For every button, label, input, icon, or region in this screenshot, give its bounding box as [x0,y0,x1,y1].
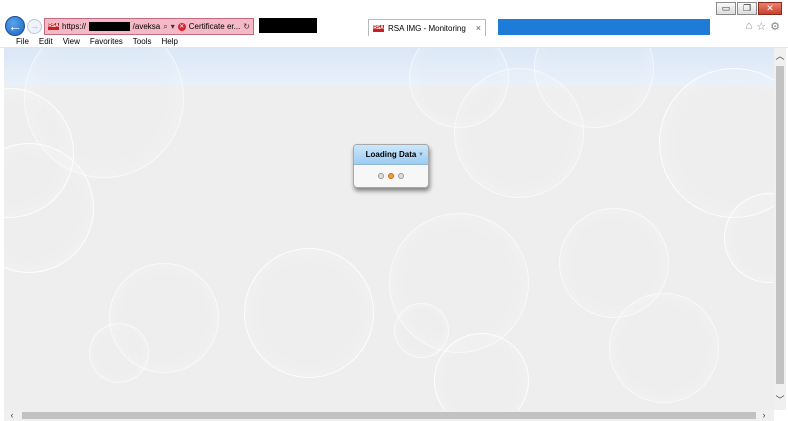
site-favicon-icon: RSA [48,23,59,30]
menu-bar: File Edit View Favorites Tools Help [0,36,788,48]
url-prefix: https:// [62,22,87,31]
favorites-star-icon[interactable]: ☆ [756,20,766,33]
back-arrow-icon: ← [8,18,22,34]
address-bar[interactable]: RSA https:// /aveksa ⌕ ▾ ✕ Certificate e… [44,18,254,35]
menu-tools[interactable]: Tools [133,37,152,46]
background-bubble [454,68,584,198]
certificate-error-icon[interactable]: ✕ [177,22,186,31]
loading-dialog: Loading Data ▼ [353,144,429,188]
background-bubble [394,303,449,358]
refresh-icon[interactable]: ↻ [243,22,250,31]
redacted-tab[interactable] [259,18,317,33]
scroll-up-arrow-icon[interactable]: ︿ [774,50,786,62]
vertical-scrollbar[interactable]: ︿ ﹀ [774,48,786,410]
browser-chrome: ▭ ❐ ✕ ← → RSA https:// /aveksa ⌕ ▾ ✕ Cer… [0,0,788,36]
background-bubble [89,323,149,383]
background-bubble [244,248,374,378]
scroll-left-arrow-icon[interactable]: ‹ [6,410,18,421]
address-dropdown-icon[interactable]: ▾ [171,22,175,31]
home-icon[interactable]: ⌂ [746,20,753,33]
page-content: Loading Data ▼ [4,48,774,410]
certificate-error-label[interactable]: Certificate er... [189,22,241,31]
loading-dot [378,173,384,179]
loading-dot-active [388,173,394,179]
settings-gear-icon[interactable]: ⚙ [770,20,780,33]
menu-favorites[interactable]: Favorites [90,37,123,46]
scroll-right-arrow-icon[interactable]: › [758,410,770,421]
url-suffix: /aveksa [132,22,161,31]
minimize-button[interactable]: ▭ [716,2,736,15]
search-icon[interactable]: ⌕ [163,22,167,32]
menu-file[interactable]: File [16,37,29,46]
horizontal-scroll-thumb[interactable] [22,412,756,419]
tab-strip [498,19,710,35]
menu-help[interactable]: Help [161,37,177,46]
vertical-scroll-thumb[interactable] [776,66,784,384]
forward-button[interactable]: → [27,19,42,34]
window-controls: ▭ ❐ ✕ [716,2,782,18]
toolbar-icons: ⌂ ☆ ⚙ [746,20,780,33]
menu-view[interactable]: View [63,37,80,46]
tab-favicon-icon: RSA [373,24,384,32]
close-button[interactable]: ✕ [758,2,782,15]
restore-button[interactable]: ❐ [737,2,757,15]
back-button[interactable]: ← [5,16,25,36]
tab-title: RSA IMG - Monitoring [388,23,466,33]
loading-dot [398,173,404,179]
collapse-arrow-icon: ▼ [418,152,424,158]
menu-edit[interactable]: Edit [39,37,53,46]
redacted-host [89,22,130,31]
loading-title: Loading Data [365,150,417,159]
tab-rsa-img-monitoring[interactable]: RSA RSA IMG - Monitoring × [368,19,486,36]
forward-arrow-icon: → [30,21,39,31]
horizontal-scrollbar[interactable]: ‹ › [4,410,774,421]
tab-close-icon[interactable]: × [476,23,481,33]
loading-header: Loading Data ▼ [354,145,428,165]
background-bubble [609,293,719,403]
loading-indicator [354,173,428,179]
scroll-down-arrow-icon[interactable]: ﹀ [774,394,786,406]
